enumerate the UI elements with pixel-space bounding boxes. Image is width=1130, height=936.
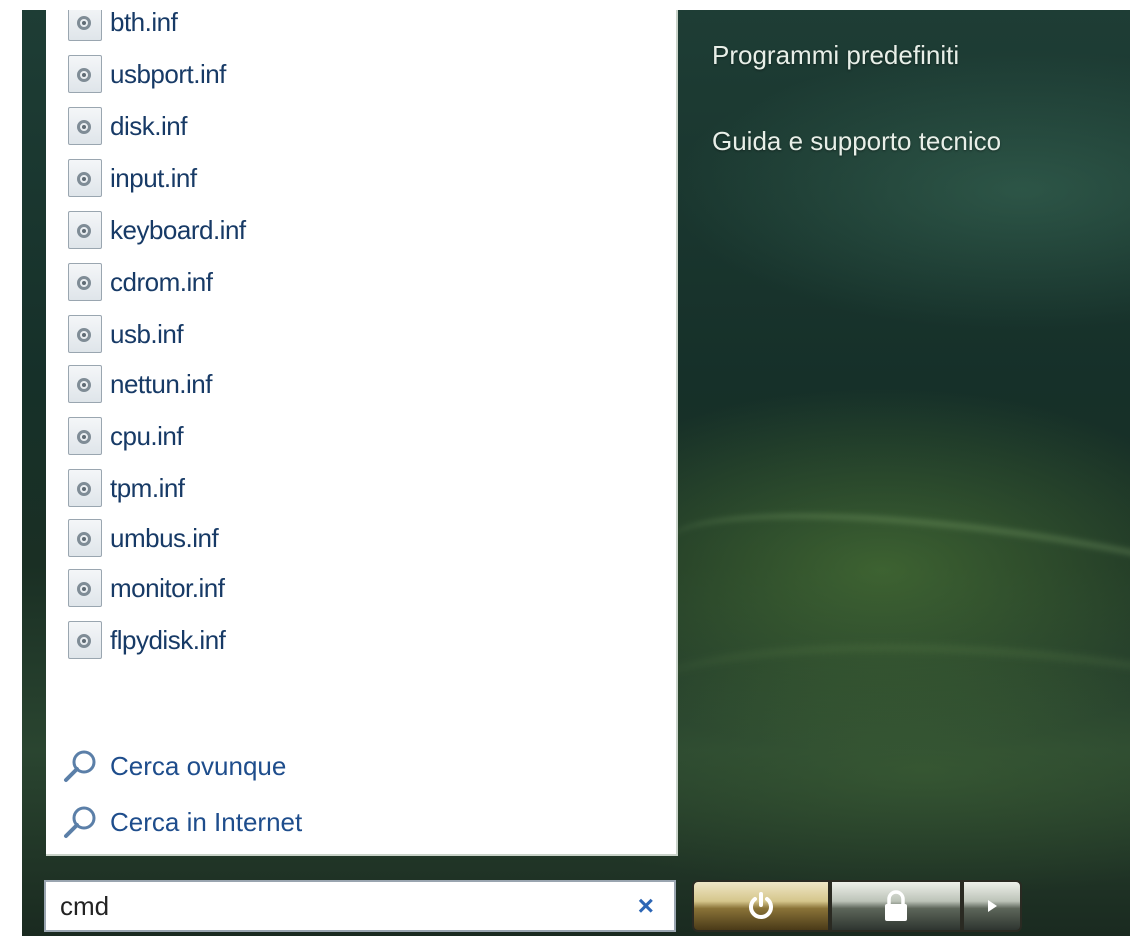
inf-file-icon [68, 55, 102, 93]
file-result-label: cdrom.inf [110, 266, 213, 297]
file-result-item[interactable]: usb.inf [68, 312, 628, 356]
search-input-value: cmd [60, 890, 110, 921]
inf-file-icon [68, 10, 102, 41]
inf-file-icon [68, 569, 102, 607]
file-result-item[interactable]: bth.inf [68, 10, 628, 44]
arrow-right-icon [988, 900, 997, 912]
inf-file-icon [68, 365, 102, 403]
search-icon [64, 750, 96, 782]
inf-file-icon [68, 315, 102, 353]
file-result-item[interactable]: umbus.inf [68, 516, 628, 560]
file-result-item[interactable]: input.inf [68, 156, 628, 200]
inf-file-icon [68, 159, 102, 197]
inf-file-icon [68, 621, 102, 659]
file-result-label: umbus.inf [110, 522, 219, 553]
file-result-label: input.inf [110, 162, 197, 193]
inf-file-icon [68, 107, 102, 145]
file-result-label: usb.inf [110, 318, 184, 349]
file-result-label: usbport.inf [110, 58, 226, 89]
power-icon [749, 892, 773, 919]
file-result-item[interactable]: nettun.inf [68, 362, 628, 406]
file-result-label: monitor.inf [110, 572, 225, 603]
search-internet-label: Cerca in Internet [110, 806, 303, 837]
file-result-label: nettun.inf [110, 368, 212, 399]
file-result-item[interactable]: cdrom.inf [68, 260, 628, 304]
default-programs-link[interactable]: Programmi predefiniti [712, 40, 959, 71]
file-result-item[interactable]: usbport.inf [68, 52, 628, 96]
inf-file-icon [68, 417, 102, 455]
file-result-label: cpu.inf [110, 420, 184, 451]
file-result-item[interactable]: monitor.inf [68, 566, 628, 610]
shutdown-options-button[interactable] [962, 880, 1022, 932]
file-result-label: keyboard.inf [110, 214, 246, 245]
file-result-label: bth.inf [110, 10, 178, 37]
file-result-label: tpm.inf [110, 472, 185, 503]
file-result-item[interactable]: keyboard.inf [68, 208, 628, 252]
clear-search-icon[interactable]: × [638, 890, 654, 922]
lock-icon [885, 890, 907, 921]
file-result-item[interactable]: disk.inf [68, 104, 628, 148]
search-internet-link[interactable]: Cerca in Internet [60, 802, 620, 842]
file-result-label: flpydisk.inf [110, 624, 226, 655]
start-menu: bth.inf usbport.inf disk.inf input.inf k… [22, 10, 1130, 936]
power-button[interactable] [692, 880, 830, 932]
file-result-item[interactable]: tpm.inf [68, 466, 628, 510]
inf-file-icon [68, 519, 102, 557]
lock-button[interactable] [830, 880, 962, 932]
search-icon [64, 806, 96, 838]
inf-file-icon [68, 469, 102, 507]
file-result-label: disk.inf [110, 110, 187, 141]
search-input[interactable]: cmd × [44, 880, 676, 932]
inf-file-icon [68, 263, 102, 301]
search-everywhere-label: Cerca ovunque [110, 750, 287, 781]
inf-file-icon [68, 211, 102, 249]
search-results-panel: bth.inf usbport.inf disk.inf input.inf k… [46, 10, 678, 856]
help-support-link[interactable]: Guida e supporto tecnico [712, 126, 1001, 157]
file-result-item[interactable]: flpydisk.inf [68, 618, 628, 662]
file-result-item[interactable]: cpu.inf [68, 414, 628, 458]
search-everywhere-link[interactable]: Cerca ovunque [60, 746, 620, 786]
